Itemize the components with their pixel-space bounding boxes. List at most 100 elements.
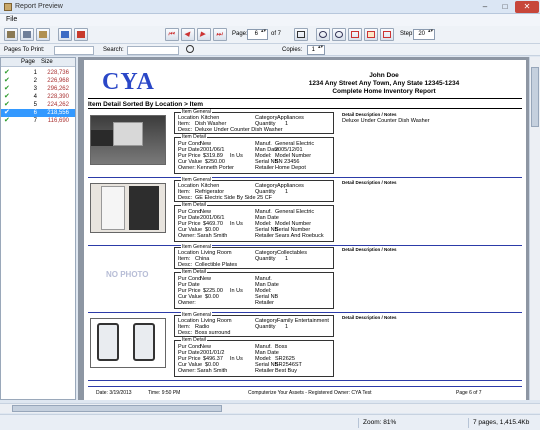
step-label: Step: — [400, 31, 415, 37]
category-value: Appliances — [277, 115, 304, 121]
maximize-button[interactable]: □ — [495, 1, 515, 13]
actual-size-icon — [383, 31, 391, 38]
close-button[interactable]: ✕ — [515, 1, 539, 13]
print-all-button[interactable] — [4, 28, 18, 41]
check-icon[interactable]: ✔ — [4, 109, 10, 117]
first-page-icon: ⏮ — [168, 31, 175, 38]
desc-value: Deluxe Under Counter Dish Washer — [195, 127, 283, 133]
footer-date: Date: 3/19/2013 — [96, 390, 132, 396]
zoom-status: Zoom: 81% — [358, 418, 428, 428]
item-detail-caption: Item Detail — [181, 134, 207, 141]
last-page-icon: ⏭ — [216, 31, 223, 38]
search-input[interactable] — [127, 46, 179, 55]
print-page-button[interactable] — [20, 28, 34, 41]
horizontal-scroll-thumb[interactable] — [12, 405, 222, 412]
pdf-icon — [77, 31, 85, 38]
page-list: Page Size ✔ 1 228,736 ✔ 2 226,968 ✔ 3 296,262 ✔ 4 2… — [0, 57, 76, 400]
page-list-row[interactable]: ✔ 1 228,736 — [1, 69, 75, 77]
in-use-value: In Us — [230, 288, 243, 294]
page-list-row[interactable]: ✔ 2 226,968 — [1, 77, 75, 85]
item-separator — [88, 380, 522, 381]
footer-time: Time: 9:50 PM — [148, 390, 181, 396]
quantity-label: Quantity — [255, 256, 276, 262]
page-number: 3 — [33, 86, 37, 92]
item-photo — [90, 318, 166, 368]
owner-value: Sarah Smith — [197, 368, 228, 374]
page-number: 7 — [33, 118, 37, 124]
page-of-label: of 7 — [271, 31, 282, 37]
step-spinner[interactable]: 20 — [413, 29, 435, 40]
page-size: 296,262 — [47, 86, 69, 92]
owner-name: John Doe — [369, 72, 399, 79]
status-bar: Zoom: 81% 7 pages, 1,415.4Kb — [0, 414, 540, 430]
retailer-label: Retailer — [255, 368, 274, 374]
check-icon[interactable]: ✔ — [4, 101, 10, 109]
menu-bar: File — [0, 14, 540, 26]
horizontal-scrollbar[interactable] — [0, 403, 540, 413]
page-spinner[interactable]: 6 — [247, 29, 268, 40]
retailer-value: Home Depot — [275, 165, 306, 171]
last-page-button[interactable]: ⏭ — [213, 28, 227, 41]
quantity-value: 1 — [285, 189, 289, 195]
report-logo: CYA — [102, 69, 155, 95]
fit-page-button[interactable] — [364, 28, 378, 41]
col-page-header[interactable]: Page — [21, 59, 35, 65]
pages-status: 7 pages, 1,415.4Kb — [468, 418, 540, 428]
next-page-button[interactable]: ▶ — [197, 28, 211, 41]
check-icon[interactable]: ✔ — [4, 93, 10, 101]
item-detail-box: Item Detail Pur Cond New Pur Date 2001/06/1 P… — [174, 134, 334, 174]
vertical-scroll-thumb[interactable] — [531, 67, 539, 127]
page-list-row[interactable]: ✔ 4 228,390 — [1, 93, 75, 101]
pages-to-print-input[interactable] — [54, 46, 94, 55]
search-icon[interactable] — [186, 45, 194, 53]
page-list-row[interactable]: ✔ 5 224,262 — [1, 101, 75, 109]
zoom-in-button[interactable] — [316, 28, 330, 41]
app-icon — [4, 3, 12, 11]
pages-to-print-label: Pages To Print: — [4, 47, 45, 53]
page-list-row[interactable]: ✔ 7 116,690 — [1, 117, 75, 125]
prev-page-button[interactable]: ◀ — [181, 28, 195, 41]
zoom-out-button[interactable] — [332, 28, 346, 41]
owner-label: Owner: — [178, 368, 196, 374]
page-size: 228,390 — [47, 94, 69, 100]
vertical-scrollbar[interactable] — [529, 57, 540, 400]
window-title: Report Preview — [15, 3, 63, 10]
minimize-button[interactable]: – — [475, 1, 495, 13]
owner-value: Sarah Smith — [197, 233, 228, 239]
check-icon[interactable]: ✔ — [4, 69, 10, 77]
in-use-value: In Us — [230, 153, 243, 159]
item-detail-box: Item Detail Pur Cond New Pur Date 2001/06/1 P… — [174, 202, 334, 242]
page-list-header: Page Size — [1, 58, 75, 67]
fullscreen-button[interactable] — [294, 28, 308, 41]
export-button[interactable] — [58, 28, 72, 41]
owner-address: 1234 Any Street Any Town, Any State 1234… — [308, 80, 460, 87]
page-list-row[interactable]: ✔ 6 218,556 — [1, 109, 75, 117]
check-icon[interactable]: ✔ — [4, 117, 10, 125]
desc-label: Desc: — [178, 195, 193, 201]
menu-file[interactable]: File — [6, 16, 17, 23]
page-size: 224,262 — [47, 102, 69, 108]
copies-spinner[interactable]: 1 — [307, 45, 325, 55]
fit-width-button[interactable] — [348, 28, 362, 41]
check-icon[interactable]: ✔ — [4, 77, 10, 85]
quantity-label: Quantity — [255, 324, 276, 330]
item-detail-caption: Item Detail — [181, 269, 207, 276]
printer-icon — [7, 31, 15, 38]
quantity-value: 1 — [285, 256, 289, 262]
actual-size-button[interactable] — [380, 28, 394, 41]
report-preview-area[interactable]: CYA John Doe 1234 Any Street Any Town, A… — [78, 57, 540, 400]
detail-description-label: Detail Description / Notes — [342, 247, 397, 252]
item-detail-caption: Item Detail — [181, 202, 207, 209]
report-header: John Doe 1234 Any Street Any Town, Any S… — [244, 72, 524, 96]
pdf-button[interactable] — [74, 28, 88, 41]
first-page-button[interactable]: ⏮ — [165, 28, 179, 41]
page-list-row[interactable]: ✔ 3 296,262 — [1, 85, 75, 93]
col-size-header[interactable]: Size — [41, 59, 53, 65]
owner-value: Kenneth Porter — [197, 165, 234, 171]
cur-value-value: $0.00 — [205, 294, 219, 300]
quantity-value: 1 — [285, 121, 289, 127]
print-setup-button[interactable] — [36, 28, 50, 41]
retailer-label: Retailer — [255, 165, 274, 171]
no-photo-label: NO PHOTO — [106, 270, 149, 279]
check-icon[interactable]: ✔ — [4, 85, 10, 93]
